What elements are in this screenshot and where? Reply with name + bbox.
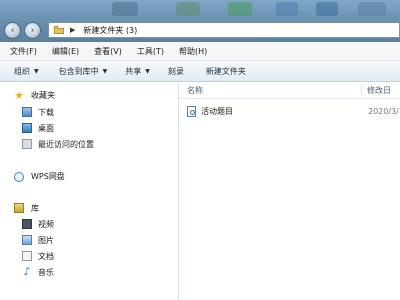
blurred-background-tile: [228, 2, 252, 16]
nav-label-favorites: 收藏夹: [31, 90, 55, 100]
organize-button[interactable]: 组织 ▼: [14, 66, 39, 77]
folder-icon: [54, 26, 64, 34]
nav-item-videos[interactable]: 视频: [0, 217, 178, 231]
share-label: 共享: [125, 66, 142, 76]
menu-tools[interactable]: 工具(T): [137, 46, 164, 57]
column-header-name[interactable]: 名称: [187, 85, 203, 96]
column-header-date[interactable]: 修改日: [367, 85, 391, 96]
recent-places-icon: [22, 139, 32, 149]
nav-item-documents[interactable]: 文档: [0, 249, 178, 263]
nav-label-recent: 最近访问的位置: [38, 139, 94, 149]
nav-label-desktop: 桌面: [38, 123, 54, 133]
back-button[interactable]: ‹: [4, 22, 21, 39]
blurred-background-tile: [112, 2, 138, 16]
nav-label-pictures: 图片: [38, 235, 54, 245]
breadcrumb-separator-icon[interactable]: ▶: [70, 26, 75, 34]
document-library-icon: [22, 251, 32, 261]
blurred-background-tile: [276, 2, 298, 16]
music-note-icon: ♪: [23, 265, 31, 278]
nav-label-documents: 文档: [38, 251, 54, 261]
nav-item-libraries[interactable]: 库: [0, 201, 178, 215]
forward-arrow-icon: ›: [30, 24, 35, 36]
file-name: 活动题目: [201, 107, 233, 116]
burn-button[interactable]: 刻录: [168, 66, 184, 77]
burn-label: 刻录: [167, 66, 184, 76]
nav-item-recent[interactable]: 最近访问的位置: [0, 137, 178, 151]
include-in-library-label: 包含到库中: [58, 66, 99, 76]
nav-item-pictures[interactable]: 图片: [0, 233, 178, 247]
column-headers: 名称 修改日: [179, 82, 400, 99]
nav-item-favorites[interactable]: ★ 收藏夹: [0, 88, 178, 102]
forward-button[interactable]: ›: [24, 22, 41, 39]
menu-view[interactable]: 查看(V): [94, 46, 122, 57]
cloud-icon: [14, 172, 24, 182]
nav-label-downloads: 下载: [38, 107, 54, 117]
download-folder-icon: [22, 107, 32, 117]
blurred-background-tile: [176, 2, 200, 16]
menu-file[interactable]: 文件(F): [10, 46, 37, 57]
chevron-down-icon: ▼: [145, 67, 150, 75]
nav-item-music[interactable]: ♪ 音乐: [0, 265, 178, 279]
picture-library-icon: [22, 235, 32, 245]
navigation-pane: ★ 收藏夹 下载 桌面 最近访问的位置 WPS网盘 库 视频 图片 文档 ♪ 音…: [0, 82, 179, 300]
desktop-icon: [22, 123, 32, 133]
document-file-icon: [187, 106, 196, 117]
menu-help[interactable]: 帮助(H): [179, 46, 207, 57]
new-folder-button[interactable]: 新建文件夹: [206, 66, 246, 77]
chevron-down-icon: ▼: [102, 67, 108, 75]
video-library-icon: [22, 219, 32, 229]
nav-label-libraries: 库: [31, 203, 39, 213]
blurred-background-tile: [358, 2, 386, 16]
blurred-background-tile: [316, 2, 338, 16]
nav-item-desktop[interactable]: 桌面: [0, 121, 178, 135]
nav-item-downloads[interactable]: 下载: [0, 105, 178, 119]
column-divider[interactable]: [361, 84, 362, 96]
nav-label-wps-cloud: WPS网盘: [31, 171, 65, 181]
include-in-library-button[interactable]: 包含到库中 ▼: [59, 66, 108, 77]
address-path[interactable]: 新建文件夹 (3): [83, 25, 137, 36]
window-titlebar: ‹ › ▶ 新建文件夹 (3): [0, 0, 400, 42]
share-button[interactable]: 共享 ▼: [125, 66, 150, 77]
library-icon: [14, 203, 24, 213]
menu-edit[interactable]: 编辑(E): [52, 46, 79, 57]
nav-label-videos: 视频: [38, 219, 54, 229]
organize-label: 组织: [14, 66, 30, 76]
menu-bar: 文件(F) 编辑(E) 查看(V) 工具(T) 帮助(H): [0, 42, 400, 61]
back-arrow-icon: ‹: [10, 24, 15, 36]
command-bar: 组织 ▼ 包含到库中 ▼ 共享 ▼ 刻录 新建文件夹: [0, 61, 400, 82]
address-bar[interactable]: ▶ 新建文件夹 (3): [48, 22, 400, 38]
file-date: 2020/3/: [368, 107, 399, 116]
new-folder-label: 新建文件夹: [205, 66, 246, 76]
list-item[interactable]: 活动题目 2020/3/: [183, 104, 400, 119]
nav-label-music: 音乐: [38, 267, 54, 277]
file-list-pane: 名称 修改日 活动题目 2020/3/: [179, 82, 400, 300]
star-icon: ★: [14, 88, 24, 102]
chevron-down-icon: ▼: [34, 67, 39, 75]
nav-item-wps-cloud[interactable]: WPS网盘: [0, 169, 178, 183]
